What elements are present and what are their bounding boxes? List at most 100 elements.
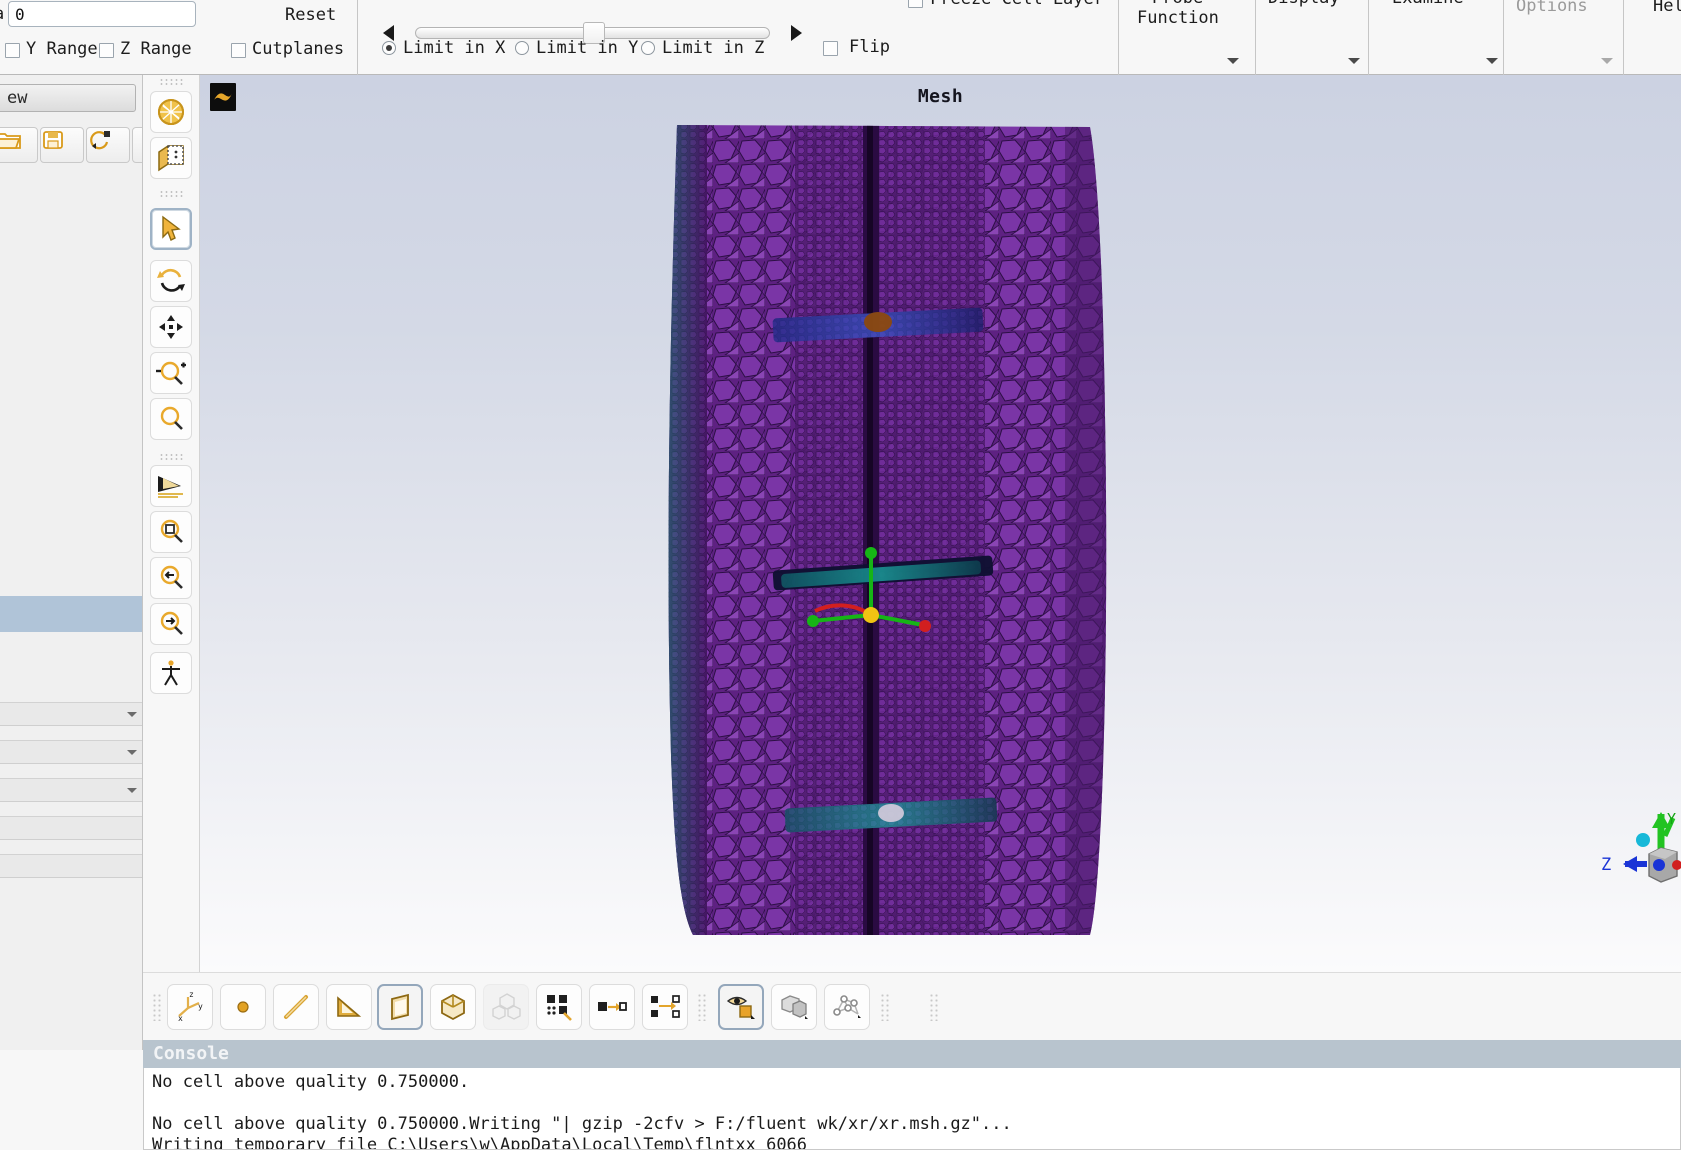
move-cross-arrows-icon — [159, 315, 183, 339]
collapsed-section-1[interactable] — [0, 702, 142, 726]
probe-function-label-line2: Function — [1137, 8, 1219, 28]
limit-in-y-radio[interactable] — [515, 41, 529, 55]
console-output[interactable]: No cell above quality 0.750000. No cell … — [143, 1068, 1681, 1150]
graphics-viewport[interactable]: Mesh Z Y — [200, 75, 1681, 972]
cutplanes-checkbox[interactable] — [231, 43, 246, 58]
mouse-pointer-icon — [162, 215, 181, 241]
angle-probe-button[interactable] — [326, 984, 372, 1030]
stacked-solids-icon — [781, 995, 808, 1019]
flip-checkbox[interactable] — [823, 41, 838, 56]
limit-in-z-label: Limit in Z — [662, 38, 765, 58]
toolbar-grip-3[interactable] — [159, 453, 183, 460]
rotate-tool-button[interactable] — [150, 260, 192, 302]
axes-triad-button[interactable]: z y x — [167, 984, 213, 1030]
bottom-toolbar-grip-4[interactable] — [929, 993, 938, 1021]
eye-color-swatch-icon — [726, 996, 755, 1019]
vertical-toolbar — [143, 75, 200, 1050]
refresh-button[interactable] — [86, 127, 130, 163]
color-display-button[interactable] — [718, 984, 764, 1030]
face-probe-button[interactable] — [377, 984, 423, 1030]
top-ribbon: a Y Range Z Range Reset Cutplanes Freeze… — [0, 0, 1681, 75]
cube-display-button[interactable] — [150, 137, 192, 179]
toolbar-grip-1[interactable] — [159, 78, 183, 85]
select-tool-button[interactable] — [150, 208, 192, 250]
zoom-tool-button[interactable] — [150, 352, 192, 394]
collapsed-section-5[interactable] — [0, 854, 142, 878]
zoom-in-out-magnifier-icon — [156, 361, 186, 385]
limit-in-z-radio[interactable] — [641, 41, 655, 55]
examine-chevron-down-icon[interactable] — [1486, 58, 1498, 64]
measure-tool-button[interactable] — [150, 652, 192, 694]
save-file-button[interactable] — [40, 127, 84, 163]
mesh-render — [635, 115, 1145, 945]
squares-magnifier-icon — [547, 995, 572, 1021]
limit-in-x-label: Limit in X — [403, 38, 506, 58]
value-input[interactable] — [8, 1, 196, 27]
open-folder-icon — [0, 133, 21, 149]
triad-z-label: Z — [1601, 855, 1611, 875]
extra-button[interactable] — [132, 127, 142, 163]
multi-cell-button — [483, 984, 529, 1030]
point-dot-icon — [237, 1001, 249, 1013]
z-range-label: Z Range — [120, 39, 192, 59]
y-range-label: Y Range — [26, 39, 98, 59]
console-line: Writing temporary file C:\Users\w\AppDat… — [152, 1135, 808, 1150]
geometry-display-button[interactable] — [771, 984, 817, 1030]
svg-text:z: z — [189, 992, 194, 999]
reset-button[interactable]: Reset — [285, 5, 336, 25]
ribbon-divider-2 — [1118, 0, 1119, 75]
freeze-cell-layer-label: Freeze Cell Layer — [930, 0, 1104, 9]
collapsed-section-2[interactable] — [0, 740, 142, 764]
limit-in-y-label: Limit in Y — [536, 38, 639, 58]
single-map-button[interactable] — [589, 984, 635, 1030]
display-chevron-down-icon[interactable] — [1348, 58, 1360, 64]
probe-function-chevron-down-icon[interactable] — [1227, 58, 1239, 64]
tree-selected-row[interactable] — [0, 596, 142, 632]
zoom-to-fit-button[interactable] — [150, 511, 192, 553]
chevron-down-icon — [127, 788, 137, 793]
collapsed-section-4[interactable] — [0, 816, 142, 840]
bottom-toolbar-grip-2[interactable] — [697, 993, 706, 1021]
probe-function-label-line1: Probe — [1152, 0, 1203, 8]
console-line: No cell above quality 0.750000.Writing "… — [152, 1114, 1012, 1134]
zone-select-button[interactable] — [536, 984, 582, 1030]
mesh-display-button[interactable] — [150, 91, 192, 133]
slider-next-arrow[interactable] — [791, 25, 802, 41]
bottom-toolbar-grip-1[interactable] — [152, 993, 161, 1021]
cell-probe-button[interactable] — [430, 984, 476, 1030]
triangle-ruler-icon — [337, 996, 362, 1017]
tree-view-header-label: ew — [7, 88, 28, 108]
open-file-button[interactable] — [0, 127, 38, 163]
box-arrow-box-icon — [598, 1002, 627, 1011]
wireframe-sphere-icon — [158, 99, 184, 125]
zoom-previous-button[interactable] — [150, 557, 192, 599]
zoom-next-button[interactable] — [150, 603, 192, 645]
magnifier-icon — [160, 406, 183, 430]
pan-tool-button[interactable] — [150, 306, 192, 348]
floppy-disk-icon — [43, 131, 63, 149]
help-label[interactable]: Hel — [1653, 0, 1681, 16]
multi-map-button[interactable] — [642, 984, 688, 1030]
viewport-title: Mesh — [917, 86, 964, 107]
limit-in-x-radio[interactable] — [382, 41, 396, 55]
freeze-cell-layer-checkbox[interactable] — [908, 0, 923, 8]
bottom-toolbar-grip-3[interactable] — [880, 993, 889, 1021]
cutplanes-label: Cutplanes — [252, 39, 345, 59]
point-probe-button[interactable] — [220, 984, 266, 1030]
display-label: Display — [1268, 0, 1340, 8]
collapsed-section-3[interactable] — [0, 778, 142, 802]
slider-prev-arrow[interactable] — [383, 25, 394, 41]
y-range-checkbox[interactable] — [5, 43, 20, 58]
line-probe-button[interactable] — [273, 984, 319, 1030]
node-graph-button[interactable] — [824, 984, 870, 1030]
tree-view-header[interactable]: ew — [0, 84, 136, 112]
value-field-label: a — [0, 4, 4, 24]
z-range-checkbox[interactable] — [99, 43, 114, 58]
perspective-button[interactable] — [150, 465, 192, 507]
magnify-tool-button[interactable] — [150, 398, 192, 440]
toolbar-grip-2[interactable] — [159, 190, 183, 197]
orientation-triad[interactable]: Z Y — [1591, 810, 1681, 912]
console-title: Console — [153, 1043, 229, 1064]
three-cubes-icon — [492, 993, 521, 1020]
